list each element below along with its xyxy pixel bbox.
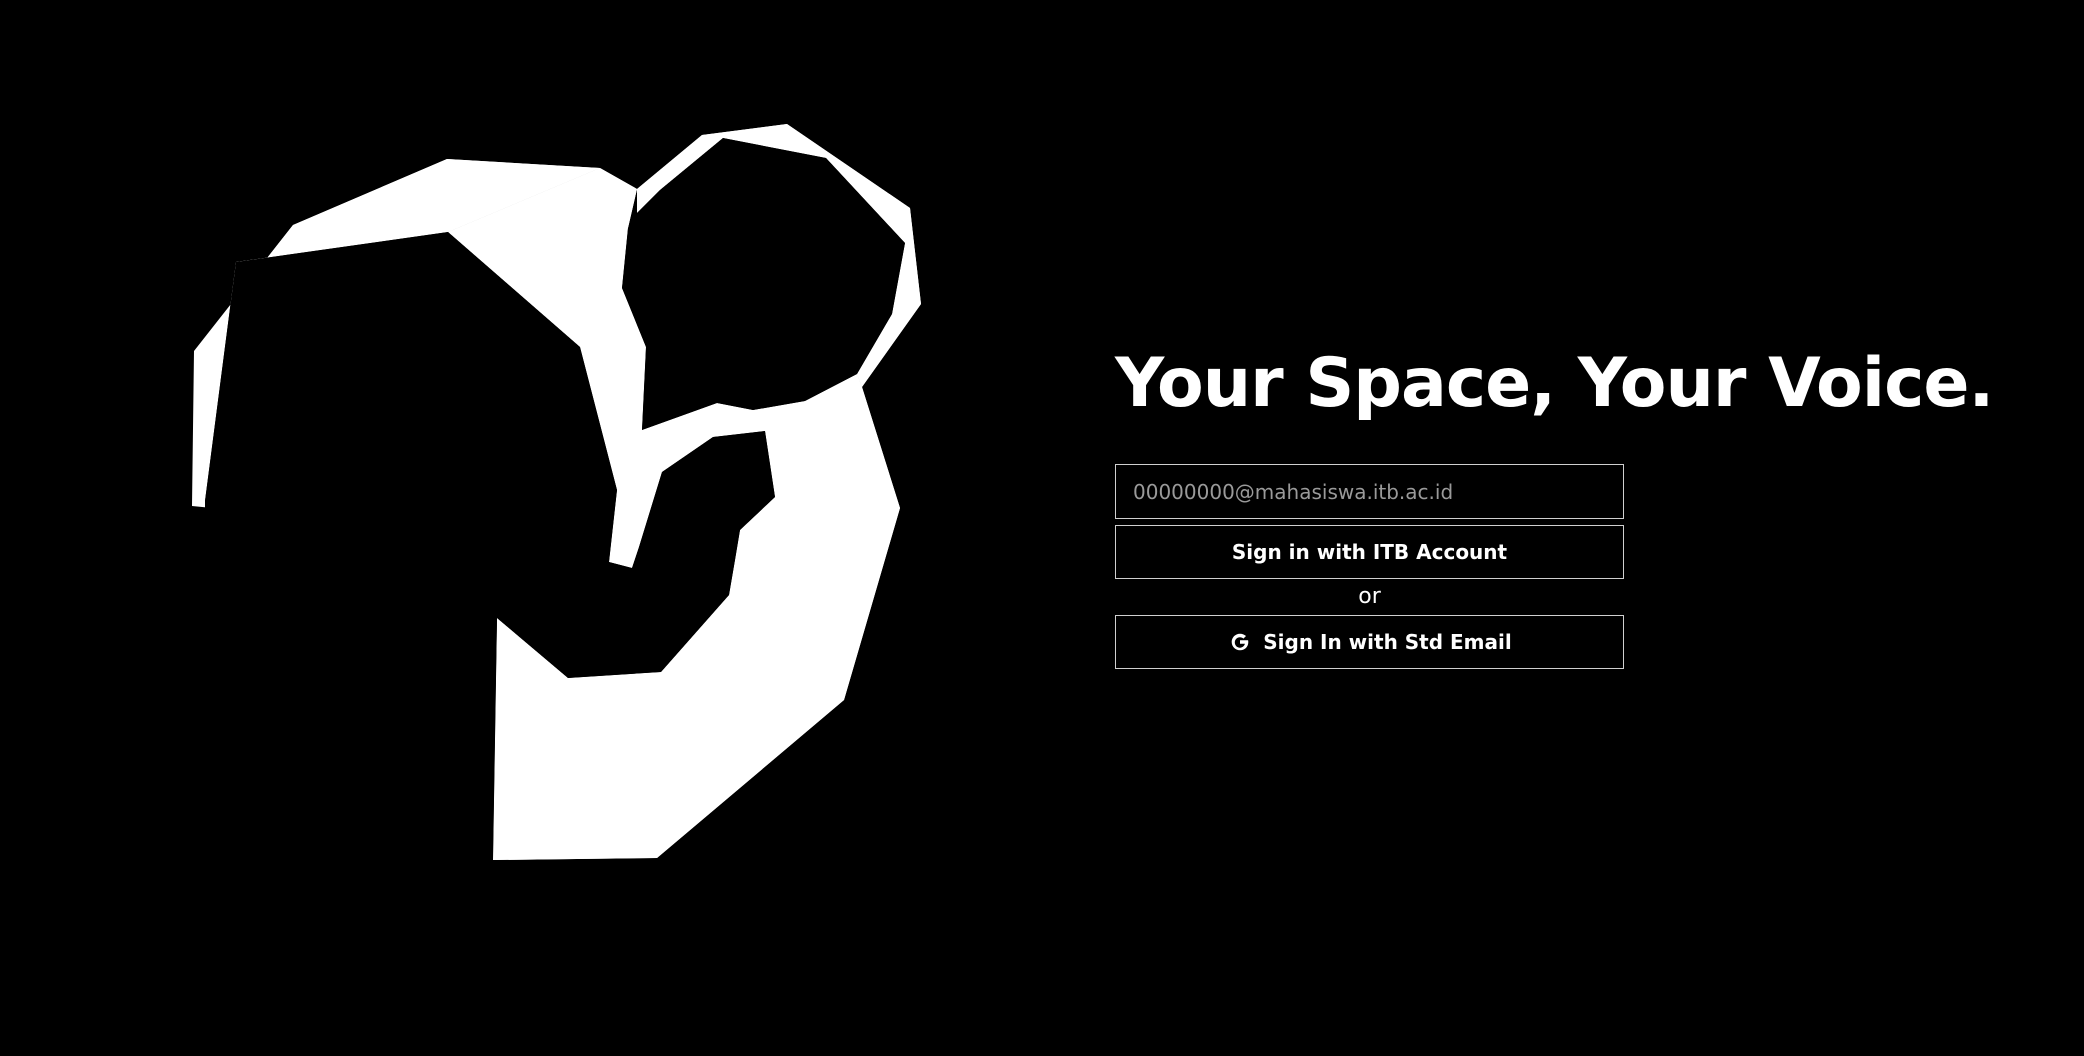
login-panel: Your Space, Your Voice. Sign in with ITB… (1115, 340, 1994, 669)
or-separator: or (1358, 584, 1381, 609)
google-g-icon (1227, 629, 1253, 655)
sign-in-itb-button[interactable]: Sign in with ITB Account (1115, 525, 1624, 579)
login-form: Sign in with ITB Account or Sign In with… (1115, 464, 1624, 669)
page-headline: Your Space, Your Voice. (1115, 344, 1994, 423)
login-page: Your Space, Your Voice. Sign in with ITB… (0, 0, 2084, 1056)
email-input[interactable] (1115, 464, 1624, 519)
sign-in-std-email-button[interactable]: Sign In with Std Email (1115, 615, 1624, 669)
sign-in-itb-label: Sign in with ITB Account (1231, 540, 1508, 564)
brand-logo (0, 0, 1000, 1056)
sign-in-std-email-label: Sign In with Std Email (1263, 630, 1512, 654)
